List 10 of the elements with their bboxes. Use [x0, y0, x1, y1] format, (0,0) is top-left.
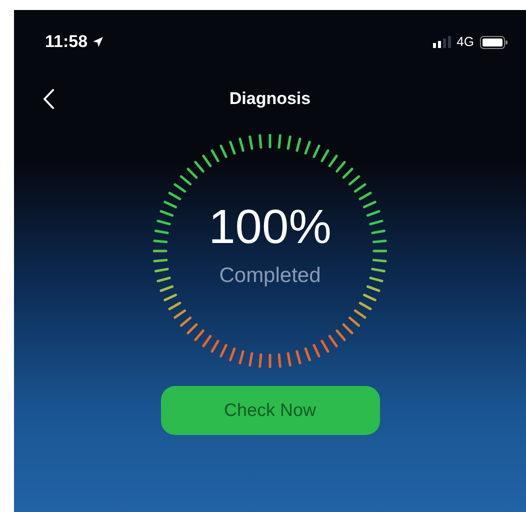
- back-icon: [42, 89, 54, 109]
- status-time: 11:58: [45, 31, 88, 54]
- battery-icon: [480, 36, 508, 48]
- location-arrow-icon: [92, 36, 104, 48]
- signal-icon: [432, 36, 451, 48]
- page-title: Diagnosis: [229, 88, 311, 110]
- check-now-button[interactable]: Check Now: [160, 386, 380, 435]
- network-label: 4G: [456, 33, 474, 52]
- progress-caption: Completed: [219, 263, 321, 290]
- progress-value: 100%: [208, 204, 332, 252]
